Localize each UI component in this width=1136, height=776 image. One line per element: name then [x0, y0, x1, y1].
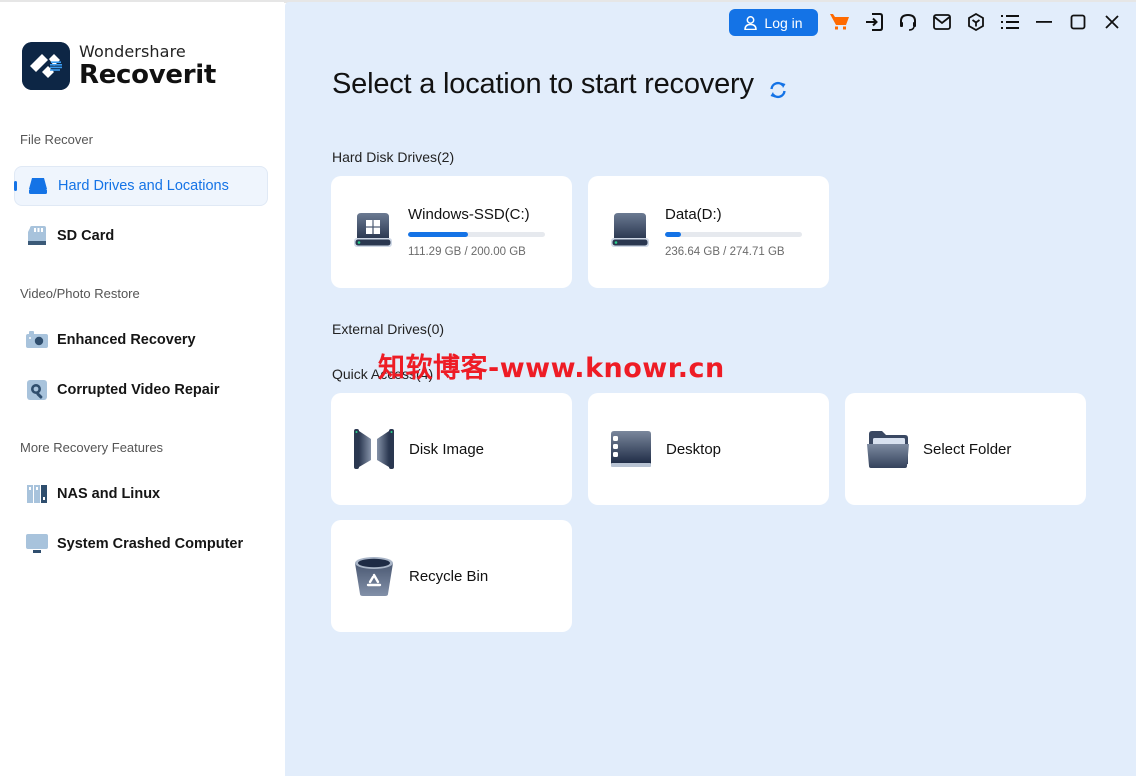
page-title-row: Select a location to start recovery — [332, 68, 788, 101]
maximize-icon[interactable] — [1067, 11, 1089, 33]
section-video-photo-restore: Video/Photo Restore — [20, 286, 140, 301]
quick-access-label: Select Folder — [923, 440, 1012, 458]
quick-access-desktop[interactable]: Desktop — [588, 393, 829, 505]
quick-access-label: Quick Access(4) — [332, 366, 434, 382]
login-label: Log in — [764, 14, 803, 31]
cube-icon[interactable] — [965, 11, 987, 33]
sidebar-item-label: Hard Drives and Locations — [58, 178, 229, 194]
section-file-recover: File Recover — [20, 132, 93, 147]
windows-drive-icon — [351, 209, 397, 255]
sidebar-item-label: SD Card — [57, 228, 115, 244]
drive-card-d[interactable]: Data(D:) 236.64 GB / 274.71 GB — [588, 176, 829, 288]
drive-usage-fill — [408, 232, 469, 237]
page-title: Select a location to start recovery — [332, 68, 754, 100]
sidebar-item-sd-card[interactable]: SD Card — [14, 216, 268, 256]
video-repair-icon — [26, 379, 48, 401]
mail-icon[interactable] — [931, 11, 953, 33]
section-more-recovery-features: More Recovery Features — [20, 440, 164, 455]
main-panel: Log in Select a location to start recove… — [285, 2, 1136, 776]
minimize-icon[interactable] — [1033, 11, 1055, 33]
sidebar-item-hard-drives[interactable]: Hard Drives and Locations — [14, 166, 268, 206]
sidebar-item-label: Enhanced Recovery — [57, 332, 196, 348]
active-indicator — [14, 181, 17, 191]
recoverit-logo-icon — [22, 42, 70, 90]
sidebar: Wondershare Recoverit File Recover Hard … — [0, 2, 284, 776]
monitor-icon — [26, 533, 48, 555]
sidebar-item-nas-linux[interactable]: NAS and Linux — [14, 474, 268, 514]
sidebar-item-label: System Crashed Computer — [57, 536, 244, 552]
sidebar-item-label: Corrupted Video Repair — [57, 382, 220, 398]
folder-icon — [865, 426, 911, 472]
hard-drive-icon — [27, 175, 49, 197]
quick-access-select-folder[interactable]: Select Folder — [845, 393, 1086, 505]
drive-size: 236.64 GB / 274.71 GB — [665, 246, 785, 258]
menu-icon[interactable] — [999, 11, 1021, 33]
sidebar-item-label: NAS and Linux — [57, 486, 161, 502]
quick-access-label: Recycle Bin — [409, 567, 489, 585]
drive-size: 111.29 GB / 200.00 GB — [408, 246, 526, 258]
disk-image-icon — [351, 426, 397, 472]
headset-icon[interactable] — [897, 11, 919, 33]
hard-drive-icon — [608, 209, 654, 255]
desktop-icon — [608, 426, 654, 472]
drive-card-c[interactable]: Windows-SSD(C:) 111.29 GB / 200.00 GB — [331, 176, 572, 288]
close-icon[interactable] — [1101, 11, 1123, 33]
external-drives-label: External Drives(0) — [332, 321, 445, 337]
drive-name: Windows-SSD(C:) — [408, 206, 530, 223]
user-icon — [744, 15, 758, 30]
recycle-bin-icon — [351, 553, 397, 599]
sidebar-item-corrupted-video-repair[interactable]: Corrupted Video Repair — [14, 370, 268, 410]
drive-usage-fill — [665, 232, 682, 237]
brand-name: Wondershare — [79, 42, 186, 61]
product-name: Recoverit — [79, 60, 216, 90]
quick-access-disk-image[interactable]: Disk Image — [331, 393, 572, 505]
hard-disk-drives-label: Hard Disk Drives(2) — [332, 149, 455, 165]
sd-card-icon — [26, 225, 48, 247]
sidebar-item-enhanced-recovery[interactable]: Enhanced Recovery — [14, 320, 268, 360]
drive-usage-bar — [665, 232, 802, 237]
drive-name: Data(D:) — [665, 206, 722, 223]
refresh-icon[interactable] — [768, 75, 788, 98]
app-logo: Wondershare Recoverit — [22, 42, 216, 90]
nas-icon — [26, 483, 48, 505]
quick-access-label: Desktop — [666, 440, 722, 458]
cart-icon[interactable] — [829, 11, 851, 33]
login-button[interactable]: Log in — [729, 9, 818, 36]
quick-access-label: Disk Image — [409, 440, 485, 458]
drive-usage-bar — [408, 232, 545, 237]
camera-icon — [26, 329, 48, 351]
sidebar-item-system-crashed[interactable]: System Crashed Computer — [14, 524, 268, 564]
sign-in-icon[interactable] — [863, 11, 885, 33]
quick-access-recycle-bin[interactable]: Recycle Bin — [331, 520, 572, 632]
